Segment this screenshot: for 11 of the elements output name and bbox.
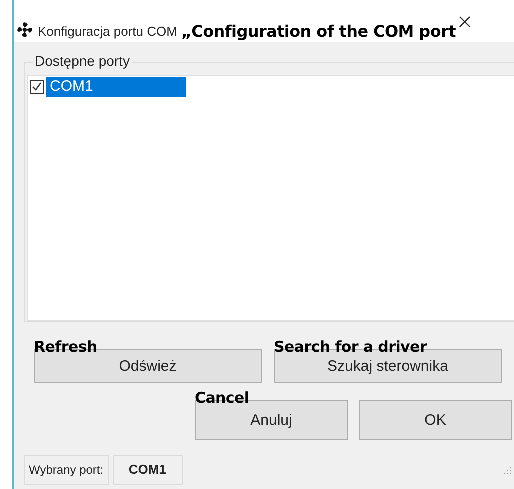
resize-grip-icon[interactable]	[502, 465, 512, 475]
dialog-button[interactable]: OK	[359, 400, 512, 440]
fan-icon	[16, 21, 34, 39]
group-title: Dostępne porty	[33, 53, 132, 69]
window-title: Konfiguracja portu COM	[38, 24, 178, 39]
checkbox[interactable]	[30, 80, 44, 94]
annotation-label: „Configuration of the COM port	[181, 22, 456, 41]
port-item[interactable]: COM1	[46, 77, 186, 97]
status-label: Wybrany port:	[24, 455, 109, 485]
close-icon[interactable]	[458, 16, 471, 28]
status-value: COM1	[112, 455, 183, 485]
